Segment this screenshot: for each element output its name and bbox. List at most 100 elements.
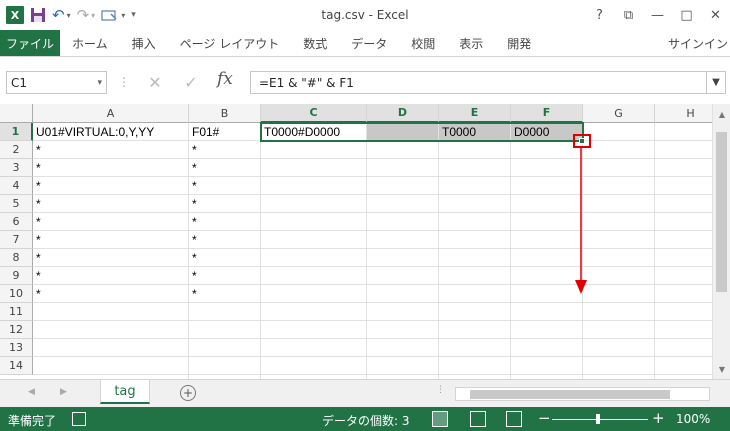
cell-b3[interactable]: *	[189, 159, 261, 177]
undo-dropdown-icon[interactable]: ▾	[67, 11, 71, 20]
touch-mode-icon[interactable]: ▾	[101, 4, 125, 26]
cell-b10[interactable]: *	[189, 285, 261, 303]
worksheet-grid[interactable]: A B C D E F G H 1 2 3 4 5 6 7 8 9 10 11 …	[0, 104, 712, 379]
column-header-a[interactable]: A	[33, 104, 189, 123]
row-header-8[interactable]: 8	[0, 249, 33, 267]
help-button[interactable]: ?	[585, 0, 614, 30]
tab-view[interactable]: 表示	[447, 30, 495, 56]
tab-insert[interactable]: 挿入	[120, 30, 168, 56]
zoom-slider-thumb[interactable]	[596, 414, 600, 424]
row-header-5[interactable]: 5	[0, 195, 33, 213]
cell-b7[interactable]: *	[189, 231, 261, 249]
undo-icon[interactable]: ↶ ▾	[52, 4, 71, 26]
cell-a7[interactable]: *	[33, 231, 189, 249]
cell-a6[interactable]: *	[33, 213, 189, 231]
enter-icon[interactable]: ✓	[178, 71, 204, 94]
zoom-level[interactable]: 100%	[676, 412, 710, 426]
tab-data[interactable]: データ	[339, 30, 399, 56]
sheet-prev-icon[interactable]: ◀	[28, 387, 35, 397]
column-header-f[interactable]: F	[511, 104, 583, 123]
tab-home[interactable]: ホーム	[60, 30, 120, 56]
minimize-button[interactable]: —	[643, 0, 672, 30]
cell-c1[interactable]: T0000#D0000	[261, 123, 367, 141]
cancel-icon[interactable]: ✕	[142, 71, 168, 94]
column-header-g[interactable]: G	[583, 104, 655, 123]
tab-developer[interactable]: 開発	[495, 30, 543, 56]
fill-handle[interactable]	[579, 138, 585, 144]
cell-b9[interactable]: *	[189, 267, 261, 285]
sheet-tab-tag[interactable]: tag	[100, 380, 150, 404]
row-header-11[interactable]: 11	[0, 303, 33, 321]
save-icon[interactable]	[30, 4, 46, 26]
vertical-scrollbar[interactable]: ▲ ▼	[712, 104, 730, 379]
tab-formulas[interactable]: 数式	[291, 30, 339, 56]
page-break-view-icon[interactable]	[506, 411, 522, 427]
name-box-value: C1	[11, 75, 28, 90]
expand-formula-bar-icon[interactable]: ▼	[706, 71, 726, 94]
cell-a8[interactable]: *	[33, 249, 189, 267]
zoom-in-button[interactable]: +	[652, 409, 665, 427]
page-layout-view-icon[interactable]	[470, 411, 486, 427]
tab-file[interactable]: ファイル	[0, 30, 60, 56]
scroll-up-icon[interactable]: ▲	[713, 106, 730, 122]
status-ready: 準備完了	[8, 414, 57, 428]
cell-d1[interactable]	[367, 123, 439, 141]
row-header-7[interactable]: 7	[0, 231, 33, 249]
row-header-12[interactable]: 12	[0, 321, 33, 339]
sign-in-link[interactable]: サインイン	[668, 30, 730, 56]
customize-qat-icon[interactable]: ▾	[131, 4, 136, 26]
cell-a4[interactable]: *	[33, 177, 189, 195]
column-header-d[interactable]: D	[367, 104, 439, 123]
formula-input[interactable]: =E1 & "#" & F1	[250, 71, 706, 94]
scroll-down-icon[interactable]: ▼	[713, 361, 730, 377]
cell-a1[interactable]: U01#VIRTUAL:0,Y,YY	[33, 123, 189, 141]
sheet-next-icon[interactable]: ▶	[60, 387, 67, 397]
insert-function-icon[interactable]: fx	[217, 69, 233, 89]
name-box[interactable]: C1 ▾	[6, 71, 107, 94]
tab-page-layout[interactable]: ページ レイアウト	[168, 30, 292, 56]
redo-icon[interactable]: ↷ ▾	[77, 4, 96, 26]
row-header-4[interactable]: 4	[0, 177, 33, 195]
column-header-b[interactable]: B	[189, 104, 261, 123]
vertical-scroll-thumb[interactable]	[716, 132, 727, 292]
row-header-9[interactable]: 9	[0, 267, 33, 285]
column-header-h[interactable]: H	[655, 104, 712, 123]
column-header-c[interactable]: C	[261, 104, 367, 123]
row-header-14[interactable]: 14	[0, 357, 33, 375]
add-sheet-icon[interactable]: +	[180, 385, 196, 401]
macro-record-icon[interactable]	[72, 412, 86, 426]
cell-b1[interactable]: F01#	[189, 123, 261, 141]
cell-a3[interactable]: *	[33, 159, 189, 177]
horizontal-scrollbar[interactable]	[455, 387, 710, 401]
select-all-corner[interactable]	[0, 104, 33, 123]
cell-a9[interactable]: *	[33, 267, 189, 285]
cell-a2[interactable]: *	[33, 141, 189, 159]
horizontal-scroll-thumb[interactable]	[470, 390, 670, 399]
cell-a5[interactable]: *	[33, 195, 189, 213]
column-header-e[interactable]: E	[439, 104, 511, 123]
normal-view-icon[interactable]	[432, 411, 448, 427]
close-button[interactable]: ✕	[701, 0, 730, 30]
cell-e1[interactable]: T0000	[439, 123, 511, 141]
redo-dropdown-icon[interactable]: ▾	[91, 11, 95, 20]
row-header-10[interactable]: 10	[0, 285, 33, 303]
cell-b4[interactable]: *	[189, 177, 261, 195]
row-header-1[interactable]: 1	[0, 123, 33, 141]
zoom-slider[interactable]	[552, 419, 648, 420]
ribbon-display-options-button[interactable]: ⧉	[614, 0, 643, 30]
row-header-3[interactable]: 3	[0, 159, 33, 177]
maximize-button[interactable]: □	[672, 0, 701, 30]
formula-bar-splitter[interactable]: ⋮	[118, 75, 130, 89]
cell-b5[interactable]: *	[189, 195, 261, 213]
zoom-out-button[interactable]: −	[538, 409, 551, 427]
row-header-2[interactable]: 2	[0, 141, 33, 159]
row-header-13[interactable]: 13	[0, 339, 33, 357]
cell-b2[interactable]: *	[189, 141, 261, 159]
cell-b6[interactable]: *	[189, 213, 261, 231]
tab-review[interactable]: 校閲	[399, 30, 447, 56]
cell-b8[interactable]: *	[189, 249, 261, 267]
cell-a10[interactable]: *	[33, 285, 189, 303]
tab-splitter-icon[interactable]: ⋮	[436, 385, 445, 395]
chevron-down-icon[interactable]: ▾	[97, 78, 102, 88]
row-header-6[interactable]: 6	[0, 213, 33, 231]
